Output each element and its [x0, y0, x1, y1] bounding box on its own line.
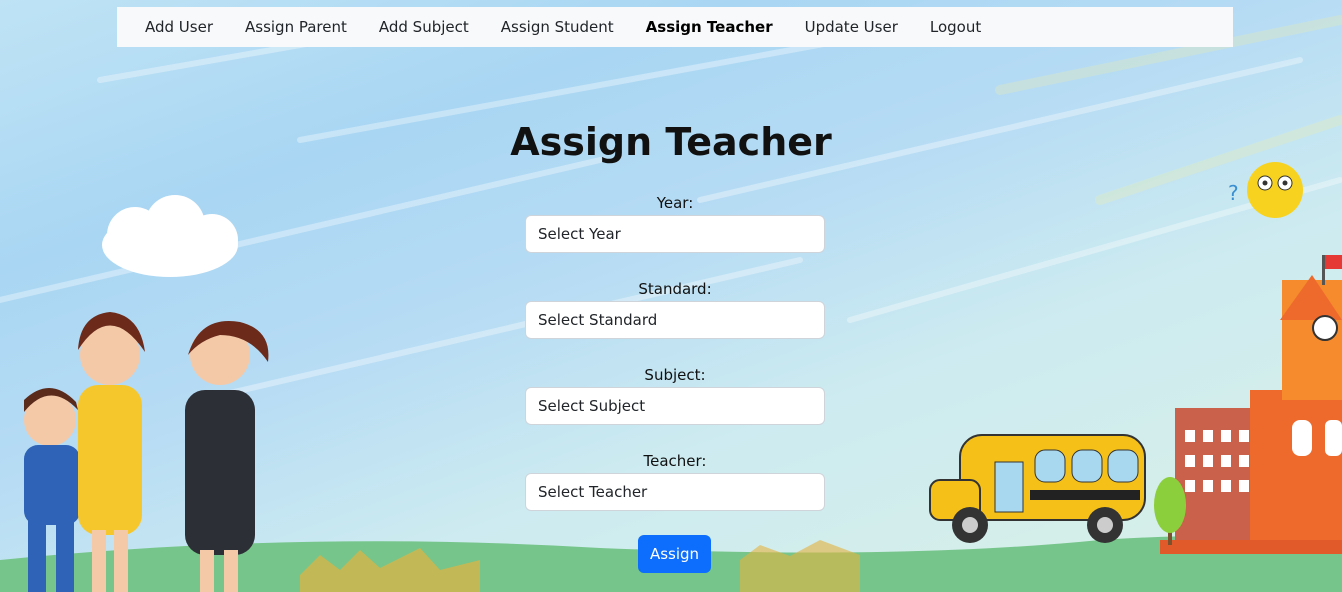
page-title: Assign Teacher: [510, 120, 832, 164]
school-bus-icon: [929, 434, 1146, 543]
tree-icon: [1154, 477, 1186, 545]
emoji-icon: ?: [1228, 162, 1303, 218]
students-and-teacher-illustration: [24, 312, 269, 592]
nav-update-user[interactable]: Update User: [789, 18, 914, 36]
subject-select[interactable]: Select Subject: [525, 387, 825, 425]
cloud-icon: [102, 195, 238, 277]
nav-add-user[interactable]: Add User: [129, 18, 229, 36]
nav-add-subject[interactable]: Add Subject: [363, 18, 485, 36]
year-label: Year:: [656, 194, 694, 212]
nav-logout[interactable]: Logout: [914, 18, 997, 36]
svg-text:?: ?: [1228, 181, 1239, 205]
year-select[interactable]: Select Year: [525, 215, 825, 253]
nav-assign-parent[interactable]: Assign Parent: [229, 18, 363, 36]
school-building-icon: [1160, 255, 1342, 554]
standard-label: Standard:: [638, 280, 712, 298]
nav-assign-teacher[interactable]: Assign Teacher: [630, 18, 789, 36]
teacher-select[interactable]: Select Teacher: [525, 473, 825, 511]
subject-label: Subject:: [644, 366, 706, 384]
teacher-label: Teacher:: [643, 452, 707, 470]
top-navbar: Add User Assign Parent Add Subject Assig…: [117, 7, 1233, 47]
standard-select[interactable]: Select Standard: [525, 301, 825, 339]
nav-assign-student[interactable]: Assign Student: [485, 18, 630, 36]
assign-button[interactable]: Assign: [638, 535, 711, 573]
